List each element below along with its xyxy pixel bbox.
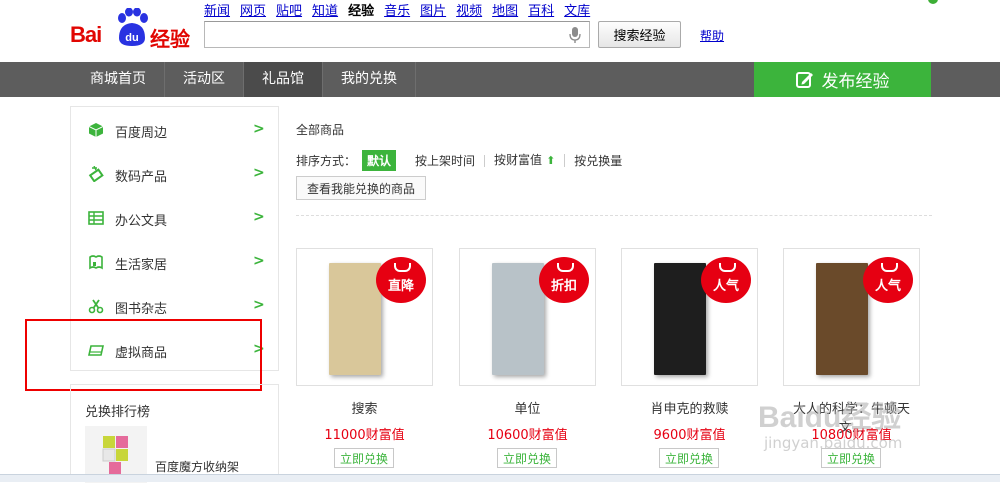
sidebar-category-3[interactable]: 生活家居 > bbox=[71, 240, 278, 284]
chevron-right-icon: > bbox=[253, 121, 265, 137]
nav-link-6[interactable]: 图片 bbox=[420, 0, 446, 19]
arrow-up-icon: ⬆ bbox=[546, 154, 556, 167]
nav-link-4[interactable]: 经验 bbox=[348, 0, 374, 19]
all-products-label[interactable]: 全部商品 bbox=[296, 121, 344, 138]
nav-link-1[interactable]: 网页 bbox=[240, 0, 266, 19]
book-cover-image bbox=[329, 263, 381, 375]
menu-item-0[interactable]: 商城首页 bbox=[72, 62, 165, 97]
product-price: 10600财富值 bbox=[487, 428, 568, 443]
sort-label: 排序方式： bbox=[296, 154, 357, 168]
watermark-logo-text: Baidu经验 bbox=[758, 401, 902, 434]
ranking-item-name[interactable]: 百度魔方收纳架 bbox=[155, 458, 239, 475]
exchange-now-button[interactable]: 立即兑换 bbox=[659, 448, 719, 468]
book-cover-image bbox=[654, 263, 706, 375]
divider bbox=[296, 215, 932, 216]
ranking-title: 兑换排行榜 bbox=[85, 405, 151, 420]
sidebar-category-label: 百度周边 bbox=[115, 126, 168, 141]
my-exchangeable-button[interactable]: 查看我能兑换的商品 bbox=[296, 176, 426, 200]
promo-tag-badge: 直降 bbox=[376, 257, 426, 303]
product-name[interactable]: 肖申克的救赎 bbox=[621, 398, 758, 417]
product-name[interactable]: 搜索 bbox=[296, 398, 433, 417]
product-card: 直降搜索 11000财富值立即兑换 bbox=[296, 248, 433, 468]
menu-item-2[interactable]: 礼品馆 bbox=[244, 62, 323, 97]
highlight-box bbox=[25, 319, 262, 391]
status-bar bbox=[0, 474, 1000, 482]
logo-jingyan-text: 经验 bbox=[150, 27, 190, 51]
sidebar-category-1[interactable]: 数码产品 > bbox=[71, 152, 278, 196]
scissors-icon bbox=[88, 299, 104, 314]
chevron-right-icon: > bbox=[253, 253, 265, 269]
sidebar-category-label: 图书杂志 bbox=[115, 302, 168, 317]
baidu-paw-icon: du bbox=[118, 8, 148, 46]
nav-link-7[interactable]: 视频 bbox=[456, 0, 482, 19]
product-price: 9600财富值 bbox=[653, 428, 726, 443]
book-cover-image bbox=[492, 263, 544, 375]
table-icon bbox=[88, 211, 104, 225]
logo-bai-text: Bai bbox=[70, 22, 102, 47]
nav-link-3[interactable]: 知道 bbox=[312, 0, 338, 19]
chevron-right-icon: > bbox=[253, 297, 265, 313]
ranking-panel: 兑换排行榜 百度魔方收纳架 bbox=[70, 384, 279, 483]
nav-link-8[interactable]: 地图 bbox=[492, 0, 518, 19]
sort-default-button[interactable]: 默认 bbox=[362, 150, 397, 171]
sidebar-category-2[interactable]: 办公文具 > bbox=[71, 196, 278, 240]
nav-link-9[interactable]: 百科 bbox=[528, 0, 554, 19]
home-icon bbox=[89, 255, 103, 270]
sort-by-exchanges[interactable]: 按兑换量 bbox=[565, 155, 631, 167]
sort-bar: 排序方式： 默认 按上架时间 按财富值 ⬆ 按兑换量 bbox=[296, 150, 631, 171]
baidu-jingyan-logo[interactable]: Bai du 经验 bbox=[70, 6, 195, 56]
product-name[interactable]: 单位 bbox=[459, 398, 596, 417]
sidebar-category-0[interactable]: 百度周边 > bbox=[71, 108, 278, 152]
nav-link-5[interactable]: 音乐 bbox=[384, 0, 410, 19]
book-cover-image bbox=[816, 263, 868, 375]
watermark-url: jingyan.baidu.com bbox=[764, 434, 903, 452]
product-image[interactable]: 折扣 bbox=[459, 248, 596, 386]
sort-by-exchanges-label: 按兑换量 bbox=[574, 153, 623, 168]
menu-item-3[interactable]: 我的兑换 bbox=[323, 62, 416, 97]
device-icon bbox=[88, 166, 104, 182]
chevron-right-icon: > bbox=[253, 165, 265, 181]
microphone-icon[interactable] bbox=[569, 27, 581, 44]
edit-icon bbox=[795, 71, 813, 88]
exchange-now-button[interactable]: 立即兑换 bbox=[334, 448, 394, 468]
help-link[interactable]: 帮助 bbox=[700, 27, 724, 44]
nav-link-2[interactable]: 贴吧 bbox=[276, 0, 302, 19]
promo-tag-badge: 人气 bbox=[863, 257, 913, 303]
promo-tag-badge: 折扣 bbox=[539, 257, 589, 303]
mall-menu: 商城首页 活动区 礼品馆 我的兑换 bbox=[72, 62, 416, 97]
chevron-right-icon: > bbox=[253, 209, 265, 225]
publish-label: 发布经验 bbox=[821, 72, 890, 92]
watermark: Baidu经验 jingyan.baidu.com bbox=[758, 392, 948, 462]
product-image[interactable]: 人气 bbox=[621, 248, 758, 386]
logo-du-text: du bbox=[125, 32, 138, 44]
product-card: 人气肖申克的救赎 9600财富值立即兑换 bbox=[621, 248, 758, 468]
sort-by-time[interactable]: 按上架时间 bbox=[406, 153, 486, 168]
box-icon bbox=[88, 123, 104, 137]
search-input[interactable] bbox=[204, 21, 590, 48]
product-image[interactable]: 人气 bbox=[783, 248, 920, 386]
menu-item-1[interactable]: 活动区 bbox=[165, 62, 244, 97]
status-dot bbox=[928, 0, 938, 4]
nav-link-0[interactable]: 新闻 bbox=[204, 0, 230, 19]
product-image[interactable]: 直降 bbox=[296, 248, 433, 386]
product-price: 11000财富值 bbox=[324, 428, 405, 443]
sort-by-wealth-label: 按财富值 bbox=[494, 153, 543, 167]
mall-menu-bar: 商城首页 活动区 礼品馆 我的兑换 发布经验 bbox=[0, 62, 1000, 97]
product-nav-links: 新闻 网页 贴吧 知道 经验 音乐 图片 视频 地图 百科 文库 bbox=[204, 0, 590, 19]
sidebar-category-label: 数码产品 bbox=[115, 170, 168, 185]
nav-link-10[interactable]: 文库 bbox=[564, 0, 590, 19]
product-card: 折扣单位 10600财富值立即兑换 bbox=[459, 248, 596, 468]
exchange-now-button[interactable]: 立即兑换 bbox=[497, 448, 557, 468]
sort-by-wealth[interactable]: 按财富值 ⬆ bbox=[485, 153, 566, 167]
sidebar-category-label: 办公文具 bbox=[115, 214, 168, 229]
header: Bai du 经验 新闻 网页 贴吧 知道 经验 音乐 图片 视频 地图 百科 文库 搜索经验 帮助 bbox=[0, 0, 1000, 62]
sort-by-time-label: 按上架时间 bbox=[415, 153, 476, 168]
promo-tag-badge: 人气 bbox=[701, 257, 751, 303]
search-button[interactable]: 搜索经验 bbox=[598, 21, 681, 48]
publish-experience-button[interactable]: 发布经验 bbox=[754, 62, 931, 97]
sidebar-category-label: 生活家居 bbox=[115, 258, 168, 273]
